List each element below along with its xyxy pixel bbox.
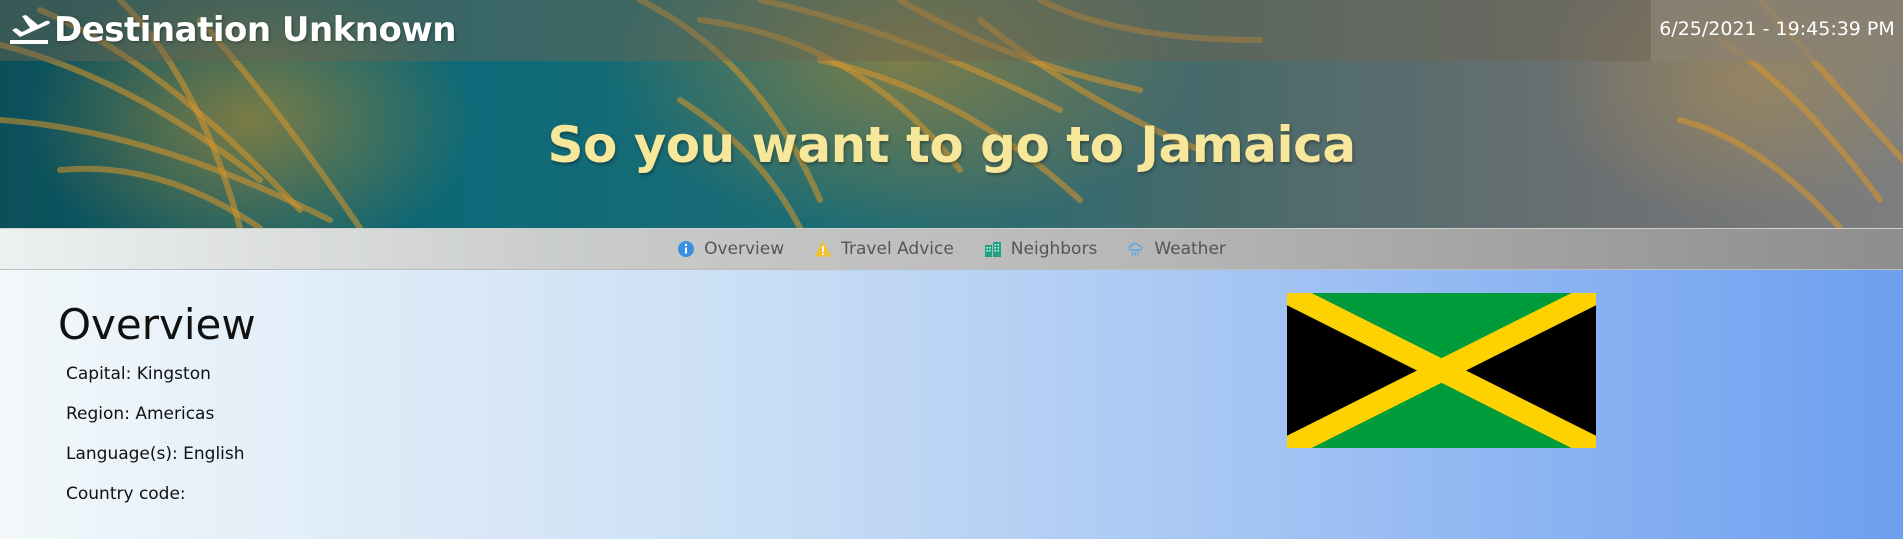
brand-logo[interactable]: Destination Unknown	[8, 8, 457, 52]
tab-label: Travel Advice	[841, 239, 954, 259]
fact-languages: Language(s): English	[66, 444, 245, 464]
overview-panel	[0, 270, 1903, 539]
warning-icon	[814, 241, 832, 257]
datetime-display: 6/25/2021 - 19:45:39 PM	[1651, 0, 1903, 61]
buildings-icon	[984, 242, 1001, 257]
tab-overview[interactable]: Overview	[662, 239, 799, 259]
tab-neighbors[interactable]: Neighbors	[969, 239, 1113, 259]
fact-capital: Capital: Kingston	[66, 364, 211, 384]
fact-country-code: Country code:	[66, 484, 186, 504]
hero-banner: Destination Unknown 6/25/2021 - 19:45:39…	[0, 0, 1903, 228]
tab-weather[interactable]: Weather	[1112, 239, 1241, 259]
section-title: Overview	[58, 300, 256, 349]
tab-label: Weather	[1154, 239, 1226, 259]
section-tabs: Overview Travel Advice Neighbors Weather	[0, 228, 1903, 270]
country-facts: Capital: Kingston Region: Americas Langu…	[66, 362, 245, 522]
tab-label: Overview	[704, 239, 785, 259]
cloud-rain-icon	[1128, 242, 1143, 256]
brand-name: Destination Unknown	[54, 10, 457, 50]
fact-region: Region: Americas	[66, 404, 215, 424]
jamaica-flag	[1287, 293, 1596, 448]
info-icon	[678, 241, 695, 257]
page-title: So you want to go to Jamaica	[547, 116, 1356, 174]
tab-travel-advice[interactable]: Travel Advice	[799, 239, 969, 259]
tab-label: Neighbors	[1010, 239, 1098, 259]
airplane-departure-icon	[10, 15, 50, 44]
